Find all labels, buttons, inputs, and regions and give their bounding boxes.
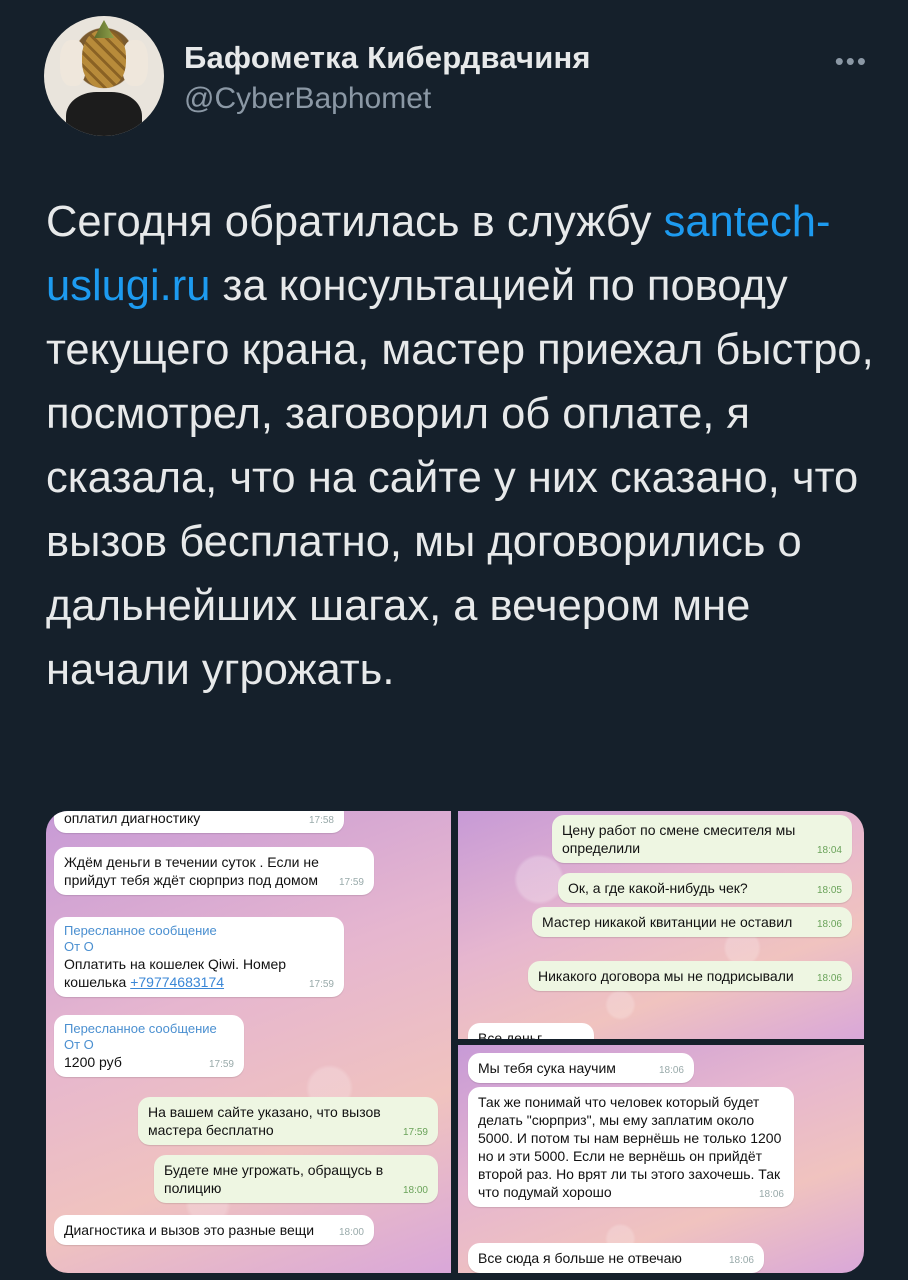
message-text: Все деньг: [478, 1030, 543, 1039]
message-time: 18:06: [816, 919, 842, 930]
message-time: 18:04: [816, 845, 842, 856]
screenshot-left[interactable]: оплатил диагностику 17:58 Ждём деньги в т…: [46, 811, 451, 1273]
avatar-body: [66, 92, 142, 136]
phone-link[interactable]: +79774683174: [130, 974, 224, 990]
message-text: оплатил диагностику: [64, 811, 201, 826]
chat-message-outgoing: Цену работ по смене смесителя мы определ…: [552, 815, 852, 863]
message-time: 18:06: [728, 1255, 754, 1266]
chat-message: Мы тебя сука научим 18:06: [468, 1053, 694, 1083]
message-time: 17:59: [208, 1059, 234, 1070]
avatar-pineapple-leaves: [94, 20, 114, 38]
tweet-text: Сегодня обратилась в службу santech-uslu…: [46, 190, 876, 702]
screenshot-top-right[interactable]: Цену работ по смене смесителя мы определ…: [458, 811, 864, 1039]
message-text: Диагностика и вызов это разные вещи: [64, 1222, 315, 1238]
message-time: 18:06: [758, 1189, 784, 1200]
message-text: Все сюда я больше не отвечаю: [478, 1250, 682, 1266]
message-text: Цену работ по смене смесителя мы определ…: [562, 822, 796, 856]
message-text: Мастер никакой квитанции не оставил: [542, 914, 793, 930]
more-horizontal-icon[interactable]: •••: [835, 46, 868, 77]
chat-message-outgoing: Никакого договора мы не подрисывали 18:06: [528, 961, 852, 991]
message-text: Никакого договора мы не подрисывали: [538, 968, 794, 984]
message-text: Будете мне угрожать, обращусь в полицию: [164, 1162, 384, 1196]
message-text: 1200 руб: [64, 1054, 122, 1070]
chat-message-outgoing: Мастер никакой квитанции не оставил 18:06: [532, 907, 852, 937]
message-time: 18:00: [402, 1185, 428, 1196]
message-text: Мы тебя сука научим: [478, 1060, 616, 1076]
chat-message: Диагностика и вызов это разные вещи 18:00: [54, 1215, 374, 1245]
forwarded-from: От О: [64, 1037, 94, 1052]
chat-message: Все деньг: [468, 1023, 594, 1039]
message-time: 17:59: [338, 877, 364, 888]
message-time: 17:59: [402, 1127, 428, 1138]
message-text: Так же понимай что человек который будет…: [478, 1094, 782, 1200]
tweet-header: Бафометка Кибердвачиня @CyberBaphomet ••…: [44, 16, 868, 136]
chat-message-outgoing: Будете мне угрожать, обращусь в полицию 1…: [154, 1155, 438, 1203]
message-time: 17:59: [308, 979, 334, 990]
chat-message: оплатил диагностику 17:58: [54, 811, 344, 833]
avatar-pineapple: [82, 30, 126, 88]
chat-message-outgoing: Ок, а где какой-нибудь чек? 18:05: [558, 873, 852, 903]
tweet-media[interactable]: оплатил диагностику 17:58 Ждём деньги в т…: [46, 811, 864, 1273]
message-text: Ждём деньги в течении суток . Если не пр…: [64, 854, 319, 888]
tweet-text-before-link: Сегодня обратилась в службу: [46, 198, 664, 246]
message-time: 18:06: [658, 1065, 684, 1076]
tweet-text-after-link: за консультацией по поводу текущего кран…: [46, 262, 874, 694]
chat-message: Так же понимай что человек который будет…: [468, 1087, 794, 1207]
chat-message-outgoing: На вашем сайте указано, что вызов мастер…: [138, 1097, 438, 1145]
chat-message: Все сюда я больше не отвечаю 18:06: [468, 1243, 764, 1273]
screenshot-bottom-right[interactable]: Мы тебя сука научим 18:06 Так же понимай …: [458, 1045, 864, 1273]
message-text: Ок, а где какой-нибудь чек?: [568, 880, 748, 896]
forwarded-label: Пересланное сообщение: [64, 923, 217, 938]
avatar[interactable]: [44, 16, 164, 136]
forwarded-from: От О: [64, 939, 94, 954]
chat-message-forwarded: Пересланное сообщение От О Оплатить на к…: [54, 917, 344, 997]
message-time: 18:06: [816, 973, 842, 984]
message-time: 18:00: [338, 1227, 364, 1238]
author-name[interactable]: Бафометка Кибердвачиня: [184, 40, 591, 76]
chat-message: Ждём деньги в течении суток . Если не пр…: [54, 847, 374, 895]
forwarded-label: Пересланное сообщение: [64, 1021, 217, 1036]
author-handle[interactable]: @CyberBaphomet: [184, 82, 431, 116]
message-time: 17:58: [308, 815, 334, 826]
chat-message-forwarded: Пересланное сообщение От О 1200 руб 17:59: [54, 1015, 244, 1077]
message-time: 18:05: [816, 885, 842, 896]
message-text: На вашем сайте указано, что вызов мастер…: [148, 1104, 381, 1138]
